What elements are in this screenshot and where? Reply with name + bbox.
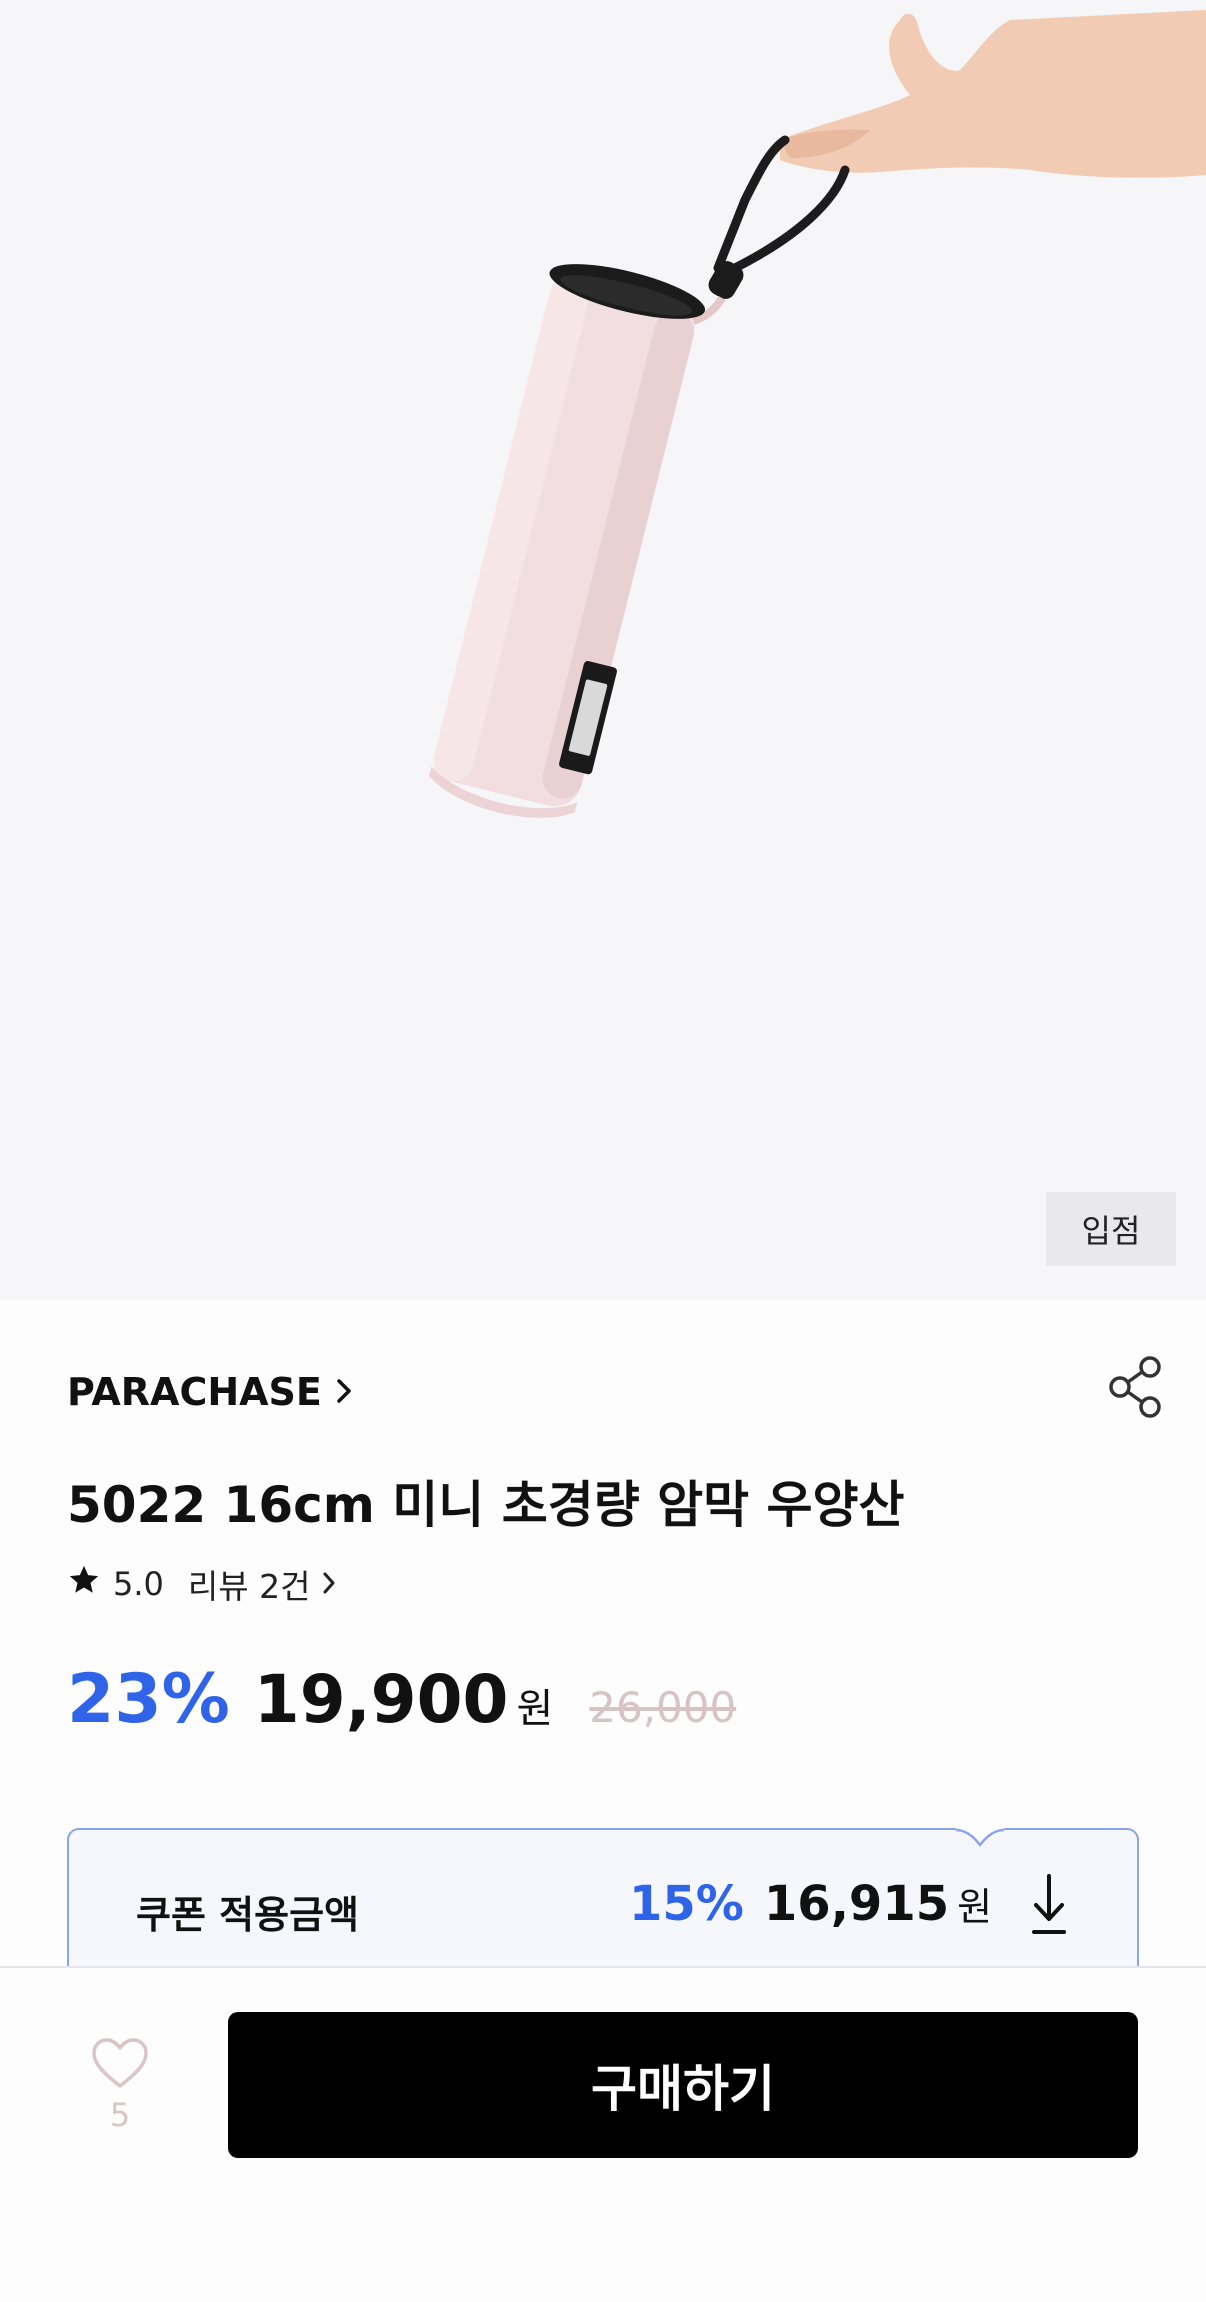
star-icon <box>67 1563 101 1605</box>
rating-row: 5.0 리뷰 2건 <box>67 1560 336 1608</box>
like-count: 5 <box>109 2096 131 2134</box>
original-price: 26,000 <box>589 1683 737 1732</box>
coupon-price-group: 15% 16,915 원 <box>629 1876 992 1932</box>
coupon-price: 16,915 <box>763 1876 950 1932</box>
chevron-right-icon <box>322 1565 336 1604</box>
reviews-label: 리뷰 2건 <box>187 1567 311 1606</box>
product-image[interactable]: 입점 <box>0 0 1206 1300</box>
bottom-action-bar: 5 구매하기 <box>0 1966 1206 2302</box>
product-title: 5022 16cm 미니 초경량 암막 우양산 <box>67 1476 905 1534</box>
coupon-discount: 15% <box>629 1876 744 1932</box>
reviews-link[interactable]: 리뷰 2건 <box>188 1560 337 1608</box>
brand-link[interactable]: PARACHASE <box>67 1370 352 1414</box>
coupon-currency: 원 <box>957 1885 993 1929</box>
coupon-download-button[interactable] <box>1024 1870 1074 1940</box>
brand-name: PARACHASE <box>67 1370 322 1414</box>
currency-label: 원 <box>516 1686 554 1732</box>
rating-score: 5.0 <box>113 1565 164 1603</box>
share-icon <box>1109 1356 1161 1418</box>
discount-rate: 23% <box>67 1660 230 1739</box>
like-button[interactable]: 5 <box>80 2036 160 2146</box>
store-badge: 입점 <box>1046 1192 1176 1266</box>
coupon-label: 쿠폰 적용금액 <box>136 1893 359 1937</box>
share-button[interactable] <box>1106 1355 1166 1419</box>
sale-price: 19,900 <box>253 1661 509 1738</box>
coupon-notch <box>956 1827 1004 1848</box>
price-row: 23% 19,900 원 26,000 <box>67 1660 736 1739</box>
chevron-right-icon <box>336 1370 352 1414</box>
umbrella-illustration <box>429 10 1206 818</box>
heart-icon <box>92 2038 148 2088</box>
download-icon <box>1032 1874 1066 1934</box>
buy-button[interactable]: 구매하기 <box>228 2012 1138 2158</box>
